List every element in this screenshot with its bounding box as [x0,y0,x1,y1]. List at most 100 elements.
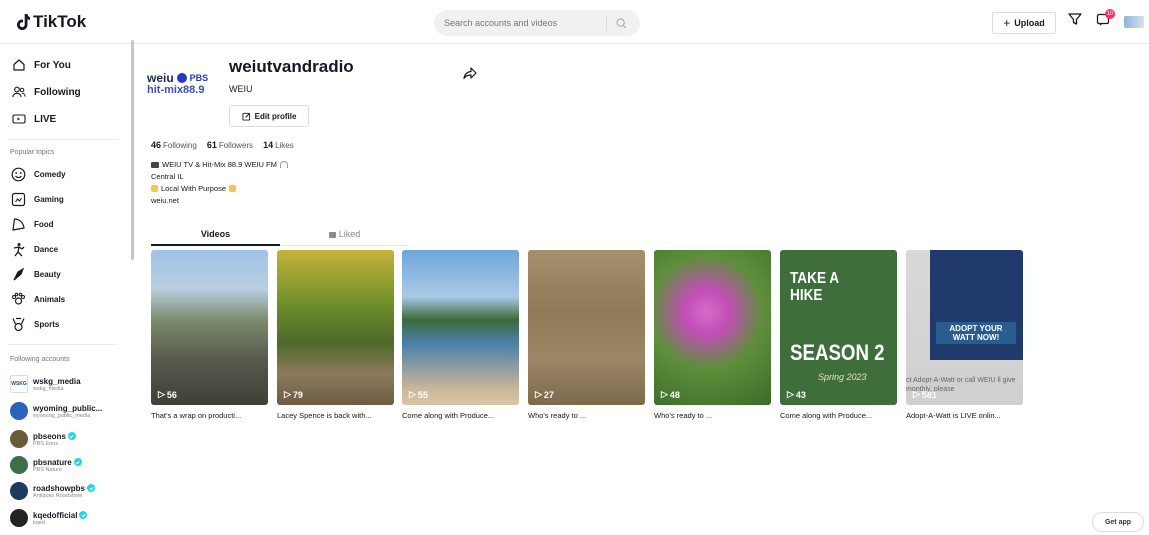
food-icon [11,217,25,231]
video-card[interactable]: ▷ 27 Who's ready to ... [528,250,645,420]
video-caption[interactable]: Adopt-A-Watt is LIVE onlin... [906,411,1023,420]
avatar-pbs-text: PBS [189,73,209,83]
topic-label: Beauty [34,269,61,279]
share-icon[interactable] [463,66,477,80]
play-icon: ▷ [409,389,416,399]
video-overlay-year: Spring 2023 [818,372,867,382]
video-thumbnail[interactable]: ▷ 56 [151,250,268,405]
video-thumbnail[interactable]: ▷ 55 [402,250,519,405]
video-thumbnail[interactable]: TAKE A HIKE SEASON 2 Spring 2023 ▷ 43 [780,250,897,405]
view-count: ▷ 55 [409,389,428,400]
video-thumbnail[interactable]: ▷ 48 [654,250,771,405]
topic-food[interactable]: Food [10,216,54,232]
play-icon: ▷ [661,389,668,399]
sidebar-item-for-you[interactable]: For You [12,58,71,72]
topic-beauty[interactable]: Beauty [10,266,61,282]
sidebar: For You Following LIVE Popular topics Co… [0,44,132,535]
video-card[interactable]: ▷ 48 Who's ready to ... [654,250,771,420]
video-caption[interactable]: That's a wrap on producti... [151,411,268,420]
play-icon: ▷ [158,389,165,399]
search-icon [615,17,626,28]
bio-text: Central IL [151,172,184,181]
home-icon [13,59,25,71]
view-count: ▷ 56 [158,389,177,400]
video-caption[interactable]: Lacey Spence is back with... [277,411,394,420]
view-count: ▷ 43 [787,389,806,400]
topic-dance[interactable]: Dance [10,241,58,257]
account-handle: kqed [33,519,45,526]
video-caption[interactable]: Come along with Produce... [780,411,897,420]
comedy-icon [11,167,25,181]
popular-topics-title: Popular topics [10,149,55,156]
tiktok-logo[interactable]: TikTok [16,12,86,32]
bio-link-text[interactable]: weiu.net [151,196,179,205]
beauty-icon [12,267,24,280]
edit-icon [242,112,250,121]
video-card[interactable]: ▷ 79 Lacey Spence is back with... [277,250,394,420]
account-handle: PBS Nature [33,466,63,473]
profile-display-name: WEIU [229,84,253,94]
sidebar-item-live[interactable]: LIVE [12,112,56,126]
top-bar: TikTok + Upload 10 [0,0,1149,44]
topic-label: Food [34,219,54,229]
profile-main: weiu PBS hit-mix88.9 weiutvandradio WEIU… [138,44,1149,535]
edit-profile-button[interactable]: Edit profile [229,105,309,127]
video-thumbnail[interactable]: ADOPT YOUR WATT NOW! ct Adopt-A-Watt or … [906,250,1023,405]
topic-label: Animals [34,294,66,304]
topic-animals[interactable]: Animals [10,291,65,307]
verified-icon [73,458,82,466]
live-icon [12,114,26,124]
tab-videos[interactable]: Videos [151,229,280,239]
video-card[interactable]: ADOPT YOUR WATT NOW! ct Adopt-A-Watt or … [906,250,1023,420]
account-item[interactable]: wyoming_public... wyoming_public_media [10,402,102,420]
video-thumbnail[interactable]: ▷ 27 [528,250,645,405]
topic-gaming[interactable]: Gaming [10,191,64,207]
play-icon: ▷ [535,389,542,399]
tab-liked[interactable]: Liked [280,229,409,239]
tv-icon [151,161,159,168]
account-item[interactable]: pbseons PBS Eons [10,430,76,448]
topic-comedy[interactable]: Comedy [10,166,66,182]
video-caption[interactable]: Who's ready to ... [654,411,771,420]
account-name: pbsnature [33,457,72,467]
video-card[interactable]: TAKE A HIKE SEASON 2 Spring 2023 ▷ 43 Com… [780,250,897,420]
user-avatar[interactable] [1124,16,1144,28]
video-card[interactable]: ▷ 55 Come along with Produce... [402,250,519,420]
avatar [10,482,28,500]
profile-avatar: weiu PBS hit-mix88.9 [147,71,215,115]
video-caption[interactable]: Who's ready to ... [528,411,645,420]
account-item[interactable]: kqedofficial kqed [10,509,88,527]
plus-icon: + [1003,16,1011,30]
sidebar-scrollbar[interactable] [131,40,134,260]
account-item[interactable]: roadshowpbs Antiques Roadshow [10,482,96,500]
sidebar-item-following[interactable]: Following [12,85,81,99]
account-name: wyoming_public... [33,403,103,413]
get-app-button[interactable]: Get app [1092,512,1144,532]
search-input[interactable] [434,18,606,28]
followers-stat[interactable]: 61 Followers [207,140,253,150]
search-bar [434,10,640,36]
sparkle-icon [151,185,158,192]
search-button[interactable] [607,17,635,29]
bio-line: Local With Purpose [151,184,237,193]
avatar: WSKG [10,375,28,393]
inbox-filter-icon[interactable] [1068,12,1082,26]
following-stat[interactable]: 46 Following [151,140,197,150]
upload-button[interactable]: + Upload [992,12,1056,34]
video-card[interactable]: ▷ 56 That's a wrap on producti... [151,250,268,420]
play-icon: ▷ [284,389,291,399]
profile-username: weiutvandradio [229,57,354,76]
lock-icon [328,231,336,238]
nav-label: Following [34,86,81,98]
view-count: ▷ 581 [913,389,937,400]
account-item[interactable]: pbsnature PBS Nature [10,456,82,474]
account-handle: wyoming_public_media [33,412,91,419]
account-name: pbseons [33,431,66,441]
account-item[interactable]: WSKG wskg_media wskg_media [10,375,81,393]
video-caption[interactable]: Come along with Produce... [402,411,519,420]
topic-sports[interactable]: Sports [10,316,59,332]
account-name: roadshowpbs [33,483,86,493]
video-thumbnail[interactable]: ▷ 79 [277,250,394,405]
bio-link[interactable]: weiu.net [151,196,179,205]
profile-tabs: Videos Liked [151,225,409,246]
